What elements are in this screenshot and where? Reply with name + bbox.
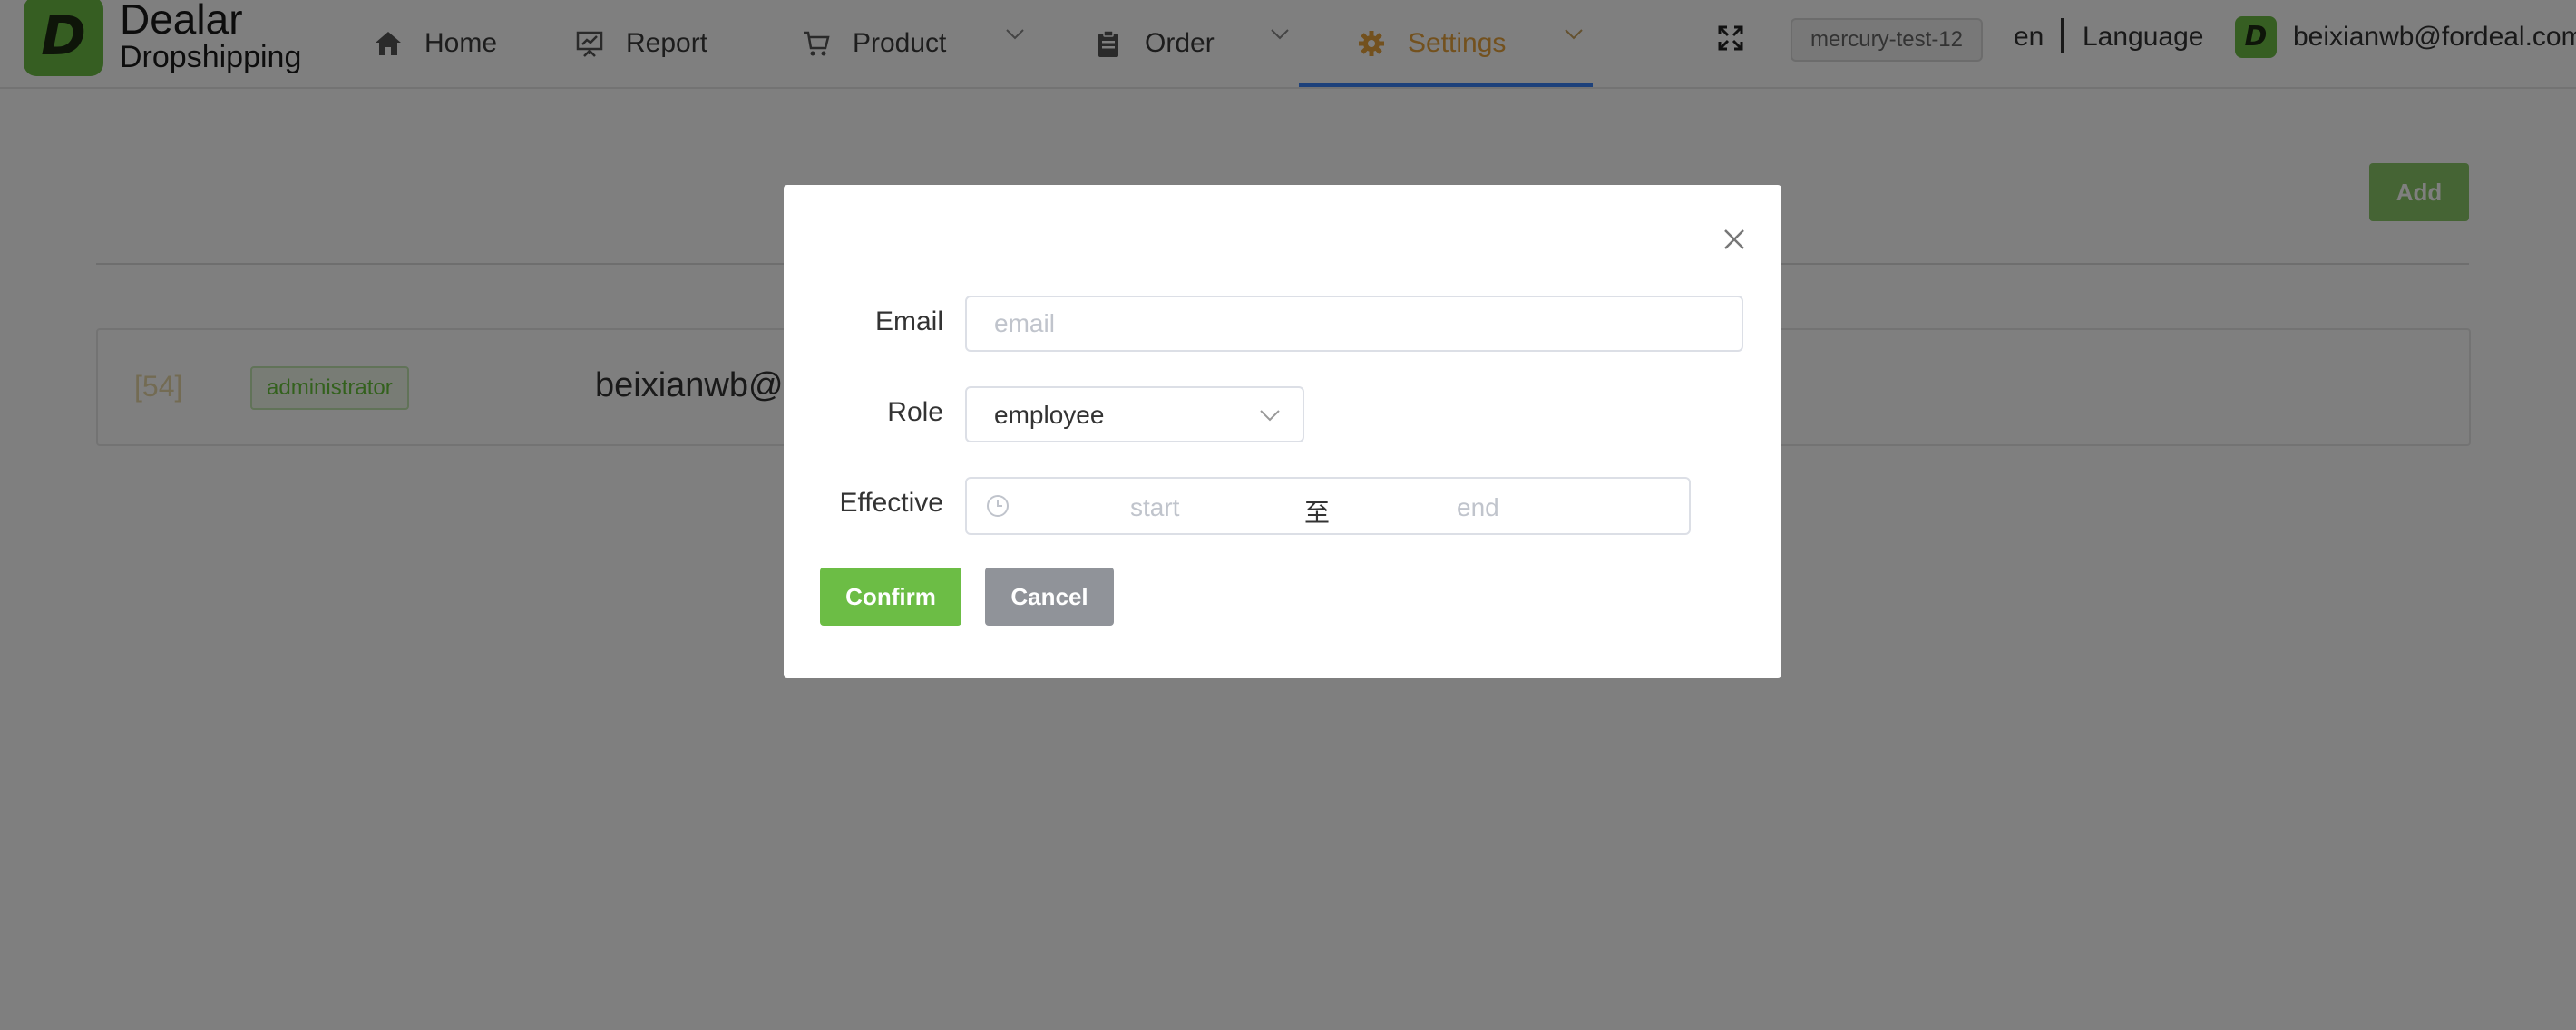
- range-end-input[interactable]: end: [1457, 493, 1499, 522]
- range-separator: 至: [1304, 498, 1331, 528]
- effective-label: Effective: [839, 488, 943, 518]
- confirm-button[interactable]: Confirm: [820, 568, 961, 626]
- chevron-down-icon: [1260, 410, 1280, 422]
- clock-icon: [987, 495, 1009, 517]
- email-field[interactable]: [965, 296, 1743, 352]
- range-start-input[interactable]: start: [1130, 493, 1179, 522]
- effective-date-range-picker[interactable]: start 至 end: [965, 477, 1691, 535]
- cancel-button[interactable]: Cancel: [985, 568, 1114, 626]
- role-select-value: employee: [994, 401, 1105, 429]
- email-label: Email: [874, 306, 943, 336]
- add-user-dialog: Email Role employee Effective start 至 en…: [784, 185, 1781, 678]
- role-select[interactable]: employee: [965, 386, 1304, 442]
- close-icon[interactable]: [1718, 223, 1751, 256]
- role-label: Role: [887, 397, 943, 427]
